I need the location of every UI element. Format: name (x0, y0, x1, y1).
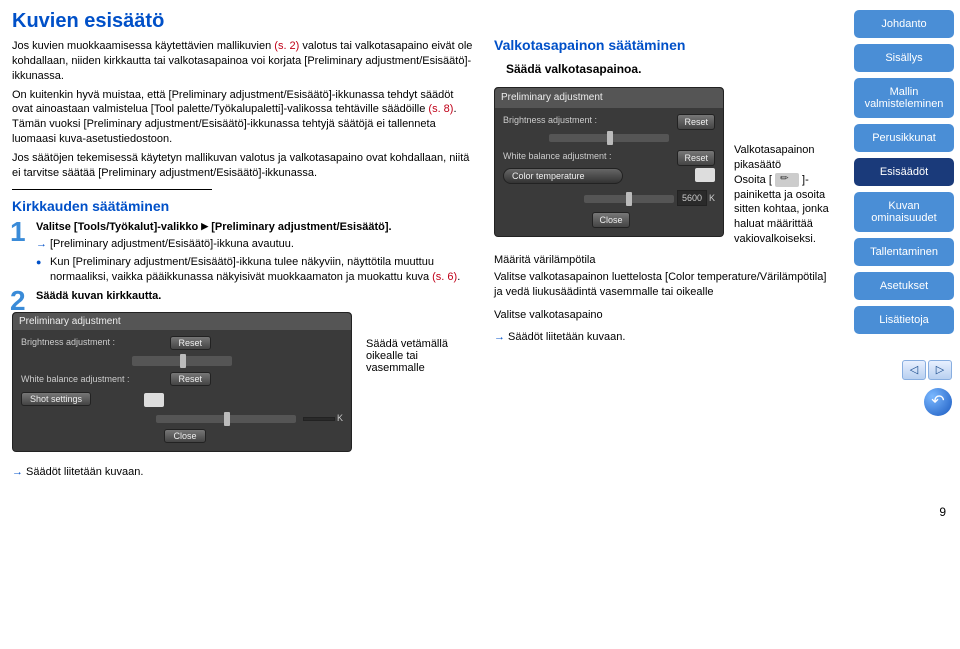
step-2-number: 2 (10, 285, 26, 317)
section2-result: Säädöt liitetään kuvaan. (494, 330, 836, 345)
intro-p1-ref[interactable]: (s. 2) (274, 40, 299, 52)
kelvin-unit-2: K (709, 193, 715, 203)
sidebar-item-sisallys[interactable]: Sisällys (854, 44, 954, 72)
wb-slider[interactable] (156, 415, 296, 423)
sidebar: Johdanto Sisällys Mallin valmisteleminen… (848, 0, 960, 493)
sidebar-item-lisatietoja[interactable]: Lisätietoja (854, 306, 954, 334)
intro-p1-a: Jos kuvien muokkaamisessa käytettävien m… (12, 40, 274, 52)
panel2-title: Preliminary adjustment (495, 88, 723, 108)
color-temp-heading: Määritä värilämpötila (494, 253, 836, 268)
quick-wb-h: Valkotasapainon pikasäätö (734, 144, 815, 171)
wb-label: White balance adjustment : (21, 374, 161, 384)
brightness-label: Brightness adjustment : (21, 337, 161, 347)
close-button[interactable]: Close (164, 429, 205, 443)
step-1-title-b: [Preliminary adjustment/Esisäätö]. (208, 221, 391, 233)
sidebar-item-tallentaminen[interactable]: Tallentaminen (854, 238, 954, 266)
page-title: Kuvien esisäätö (12, 10, 476, 33)
panel-title: Preliminary adjustment (13, 313, 351, 330)
preliminary-adjustment-panel-2: Preliminary adjustment Brightness adjust… (494, 87, 724, 237)
wb-reset-button-2[interactable]: Reset (677, 150, 715, 166)
intro-p3: Jos säätöjen tekemisessä käytetyn mallik… (12, 151, 476, 181)
intro-p1: Jos kuvien muokkaamisessa käytettävien m… (12, 39, 476, 84)
wb-select[interactable]: Color temperature (503, 168, 623, 184)
sidebar-item-kuvan[interactable]: Kuvan ominaisuudet (854, 192, 954, 232)
kelvin-unit: K (337, 413, 343, 423)
step-1-note: Kun [Preliminary adjustment/Esisäätö]-ik… (36, 255, 476, 285)
sidebar-item-mallin[interactable]: Mallin valmisteleminen (854, 78, 954, 118)
sidebar-item-asetukset[interactable]: Asetukset (854, 272, 954, 300)
step-2: 2 Säädä kuvan kirkkautta. (16, 289, 476, 304)
intro-p2: On kuitenkin hyvä muistaa, että [Prelimi… (12, 88, 476, 147)
slider-annotation: Säädä vetämällä oikealle tai vasemmalle (366, 338, 476, 374)
sidebar-item-johdanto[interactable]: Johdanto (854, 10, 954, 38)
intro-p2-ref[interactable]: (s. 8) (428, 103, 453, 115)
sidebar-item-esisaadot[interactable]: Esisäädöt (854, 158, 954, 186)
step-1-title-a: Valitse [Tools/Työkalut]-valikko (36, 221, 201, 233)
preliminary-adjustment-panel: Preliminary adjustment Brightness adjust… (12, 312, 352, 452)
sidebar-item-perusikkunat[interactable]: Perusikkunat (854, 124, 954, 152)
nav-prev-button[interactable]: ◁ (902, 360, 926, 380)
step-1-result: [Preliminary adjustment/Esisäätö]-ikkuna… (36, 237, 476, 252)
close-button-2[interactable]: Close (592, 212, 629, 228)
kelvin-value-2: 5600 (677, 190, 707, 206)
color-temp-body: Valitse valkotasapainon luettelosta [Col… (494, 270, 836, 300)
step-1: 1 Valitse [Tools/Työkalut]-valikko ▶ [Pr… (16, 220, 476, 285)
step-1-number: 1 (10, 216, 26, 248)
section1-heading: Kirkkauden säätäminen (12, 198, 476, 214)
select-wb-caption: Valitse valkotasapaino (494, 308, 836, 323)
nav-back-button[interactable]: ↶ (924, 388, 952, 416)
step-1-title: Valitse [Tools/Työkalut]-valikko ▶ [Prel… (36, 220, 476, 235)
nav-next-button[interactable]: ▷ (928, 360, 952, 380)
kelvin-value (303, 417, 335, 421)
intro-p2-a: On kuitenkin hyvä muistaa, että [Prelimi… (12, 89, 453, 116)
shot-settings-select[interactable]: Shot settings (21, 392, 91, 406)
step-2-result: Säädöt liitetään kuvaan. (12, 465, 476, 480)
page-number: 9 (0, 493, 960, 525)
brightness-slider[interactable] (132, 356, 232, 366)
eyedropper-button-2[interactable] (695, 168, 715, 182)
wb-label-2: White balance adjustment : (503, 151, 612, 161)
step-1-note-b: . (457, 271, 460, 283)
step-1-note-a: Kun [Preliminary adjustment/Esisäätö]-ik… (50, 256, 434, 283)
brightness-reset-button-2[interactable]: Reset (677, 114, 715, 130)
step-1-note-ref[interactable]: (s. 6) (432, 271, 457, 283)
section2-sub: Säädä valkotasapainoa. (506, 61, 836, 77)
wb-slider-2[interactable] (584, 195, 674, 203)
brightness-reset-button[interactable]: Reset (170, 336, 212, 350)
section2-heading: Valkotasapainon säätäminen (494, 36, 836, 55)
quick-wb-a: Osoita [ (734, 174, 775, 186)
eyedropper-icon (775, 173, 799, 187)
brightness-slider-2[interactable] (549, 134, 669, 142)
eyedropper-button[interactable] (144, 393, 164, 407)
step-2-title: Säädä kuvan kirkkautta. (36, 289, 476, 304)
divider (12, 189, 212, 190)
brightness-label-2: Brightness adjustment : (503, 115, 597, 125)
wb-reset-button[interactable]: Reset (170, 372, 212, 386)
